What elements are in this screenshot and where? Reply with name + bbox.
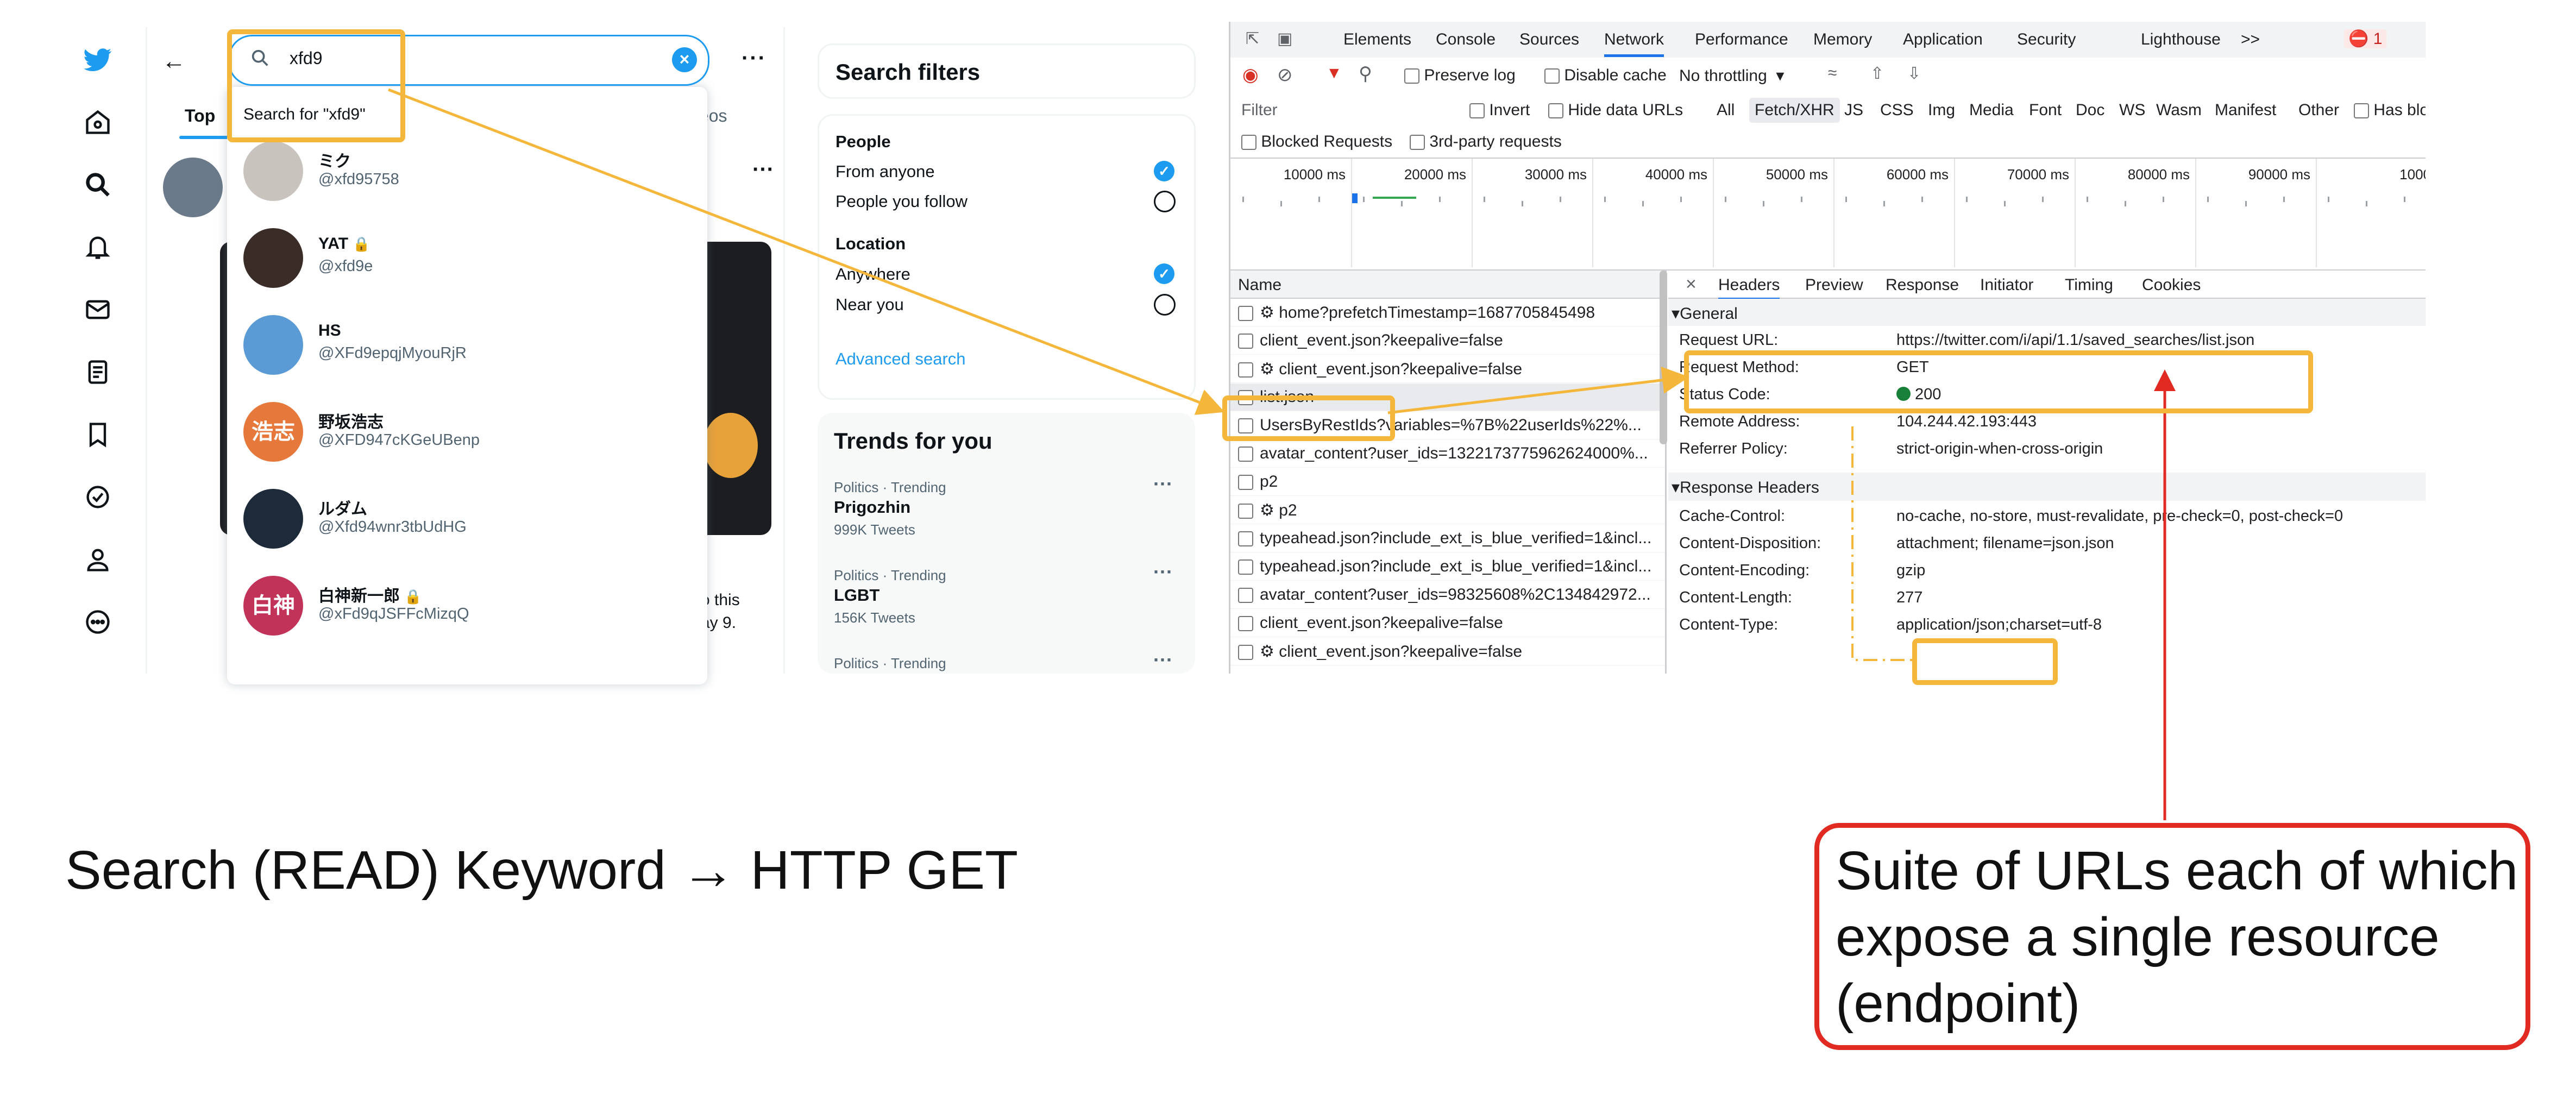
highlight-list-json-row [1222, 395, 1395, 441]
highlight-request-url [1684, 350, 2313, 413]
dashed-link-content-type [1851, 426, 1915, 661]
highlight-content-type [1912, 638, 2058, 685]
callout-text: Suite of URLs each of which expose a sin… [1836, 840, 2518, 1034]
arrow-search-to-request [388, 88, 1225, 415]
highlight-search-box [227, 29, 405, 142]
slide-caption: Search (READ) Keyword → HTTP GET [65, 840, 1019, 901]
callout-box: Suite of URLs each of which expose a sin… [1814, 823, 2530, 1050]
arrow-request-to-headers [1387, 366, 1689, 414]
